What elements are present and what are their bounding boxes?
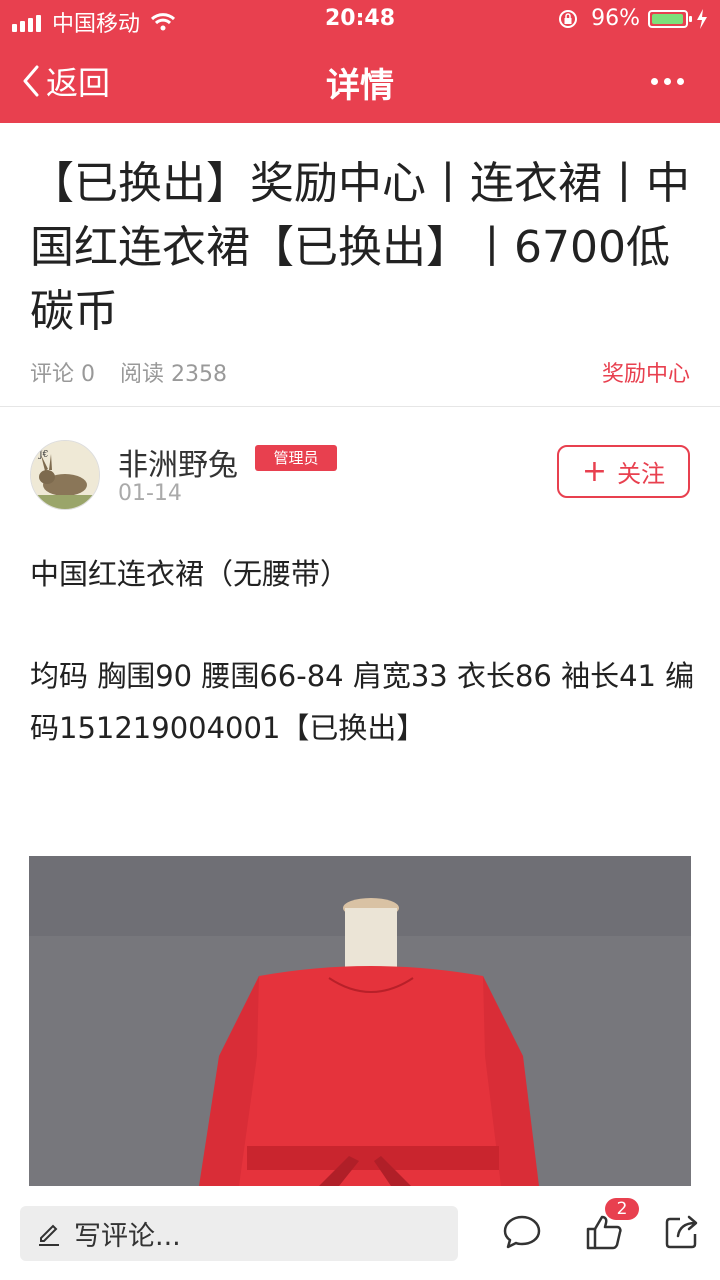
share-icon[interactable] <box>662 1212 702 1252</box>
article-meta: 评论 0 阅读 2358 <box>30 356 245 388</box>
comment-input[interactable]: 写评论... <box>20 1206 458 1261</box>
nav-bar: 返回 详情 <box>0 40 720 123</box>
comment-placeholder: 写评论... <box>74 1221 181 1252</box>
divider <box>0 406 720 407</box>
post-date: 01-14 <box>118 481 182 506</box>
red-dress-image <box>29 856 691 1186</box>
charging-icon <box>697 8 707 29</box>
plus-icon: + <box>581 453 608 489</box>
avatar[interactable]: J€ <box>30 440 100 510</box>
read-count: 阅读 2358 <box>120 362 227 387</box>
follow-button[interactable]: + 关注 <box>557 445 690 498</box>
content-line-1: 中国红连衣裙（无腰带） <box>30 557 350 591</box>
rotation-lock-icon <box>559 9 578 28</box>
status-right: 96% <box>557 6 708 31</box>
content-line-2: 均码 胸围90 腰围66-84 肩宽33 衣长86 袖长41 编码1512190… <box>30 659 695 745</box>
svg-text:J€: J€ <box>38 450 48 460</box>
like-count-badge: 2 <box>605 1198 639 1220</box>
follow-label: 关注 <box>617 460 666 488</box>
app-header: 中国移动 20:48 96% 返回 详情 <box>0 0 720 123</box>
hare-avatar-image: J€ <box>31 441 99 509</box>
battery-percent: 96% <box>591 6 640 31</box>
author-name[interactable]: 非洲野兔 <box>118 440 238 484</box>
article-title: 【已换出】奖励中心丨连衣裙丨中国红连衣裙【已换出】丨6700低碳币 <box>30 158 690 337</box>
category-link[interactable]: 奖励中心 <box>602 356 690 388</box>
status-bar: 中国移动 20:48 96% <box>0 0 720 40</box>
more-dots-icon[interactable] <box>645 78 684 85</box>
admin-badge: 管理员 <box>255 445 337 471</box>
product-photo[interactable] <box>29 856 691 1186</box>
speech-bubble-icon[interactable] <box>502 1212 542 1252</box>
battery-icon <box>648 9 692 28</box>
page-title: 详情 <box>326 66 394 106</box>
comment-count: 评论 0 <box>30 362 95 387</box>
pencil-icon <box>39 1224 59 1246</box>
